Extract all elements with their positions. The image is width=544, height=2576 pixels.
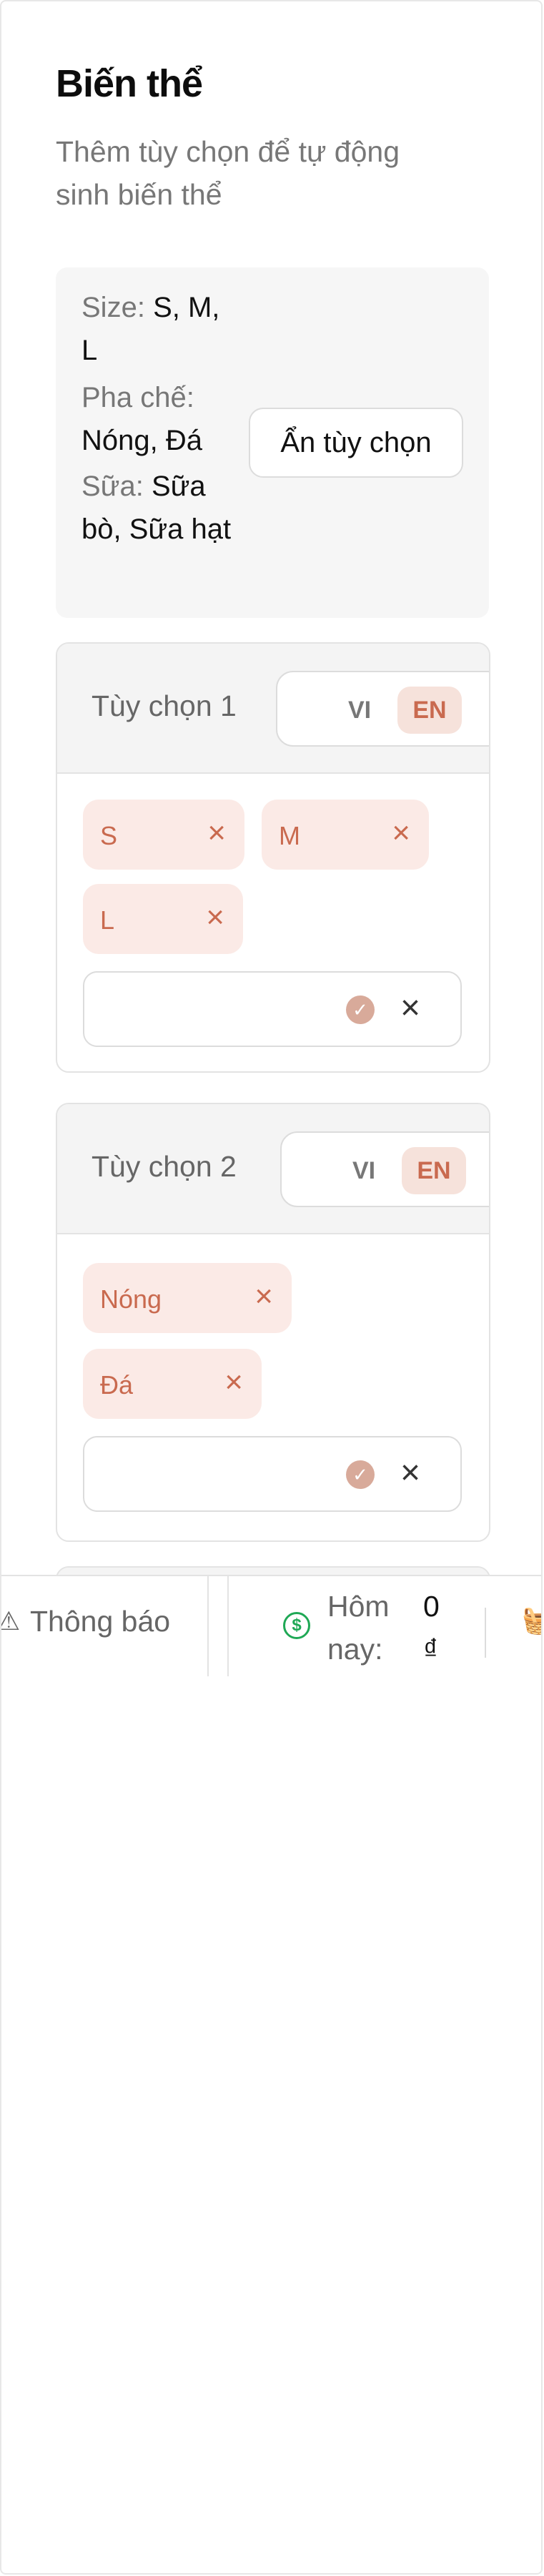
option-value-chip: Đá ×	[83, 1349, 262, 1419]
option-value-chip: L ×	[83, 884, 243, 954]
option-value-input[interactable]: ✓ ×	[83, 1436, 462, 1512]
divider	[485, 1608, 486, 1658]
variant-summary: Size: S, M, L Pha chế: Nóng, Đá Sữa: Sữa…	[56, 267, 489, 618]
option-card-2: Tùy chọn 2 VI EN Nóng × Đá × ✓ ×	[56, 1103, 490, 1542]
option-card-3: VI EN	[56, 1566, 490, 1575]
summary-key: Pha chế:	[81, 382, 194, 413]
hide-options-button[interactable]: Ẩn tùy chọn	[249, 408, 463, 478]
close-icon[interactable]: ×	[207, 815, 226, 851]
today-revenue-value: 0 ₫	[423, 1590, 440, 1666]
close-icon[interactable]: ×	[206, 900, 224, 935]
chip-label: S	[100, 821, 118, 850]
chip-label: L	[100, 905, 115, 935]
option-value-chip: M ×	[262, 800, 429, 870]
language-switch: VI EN	[276, 671, 489, 747]
page-subtitle: Thêm tùy chọn để tự động sinh biến thể	[56, 135, 400, 211]
lang-en-toggle[interactable]: EN	[397, 687, 462, 734]
lang-en-toggle[interactable]: EN	[402, 1147, 466, 1194]
notifications-link[interactable]: Thông báo	[30, 1605, 170, 1638]
today-label: Hôm nay:	[327, 1590, 390, 1666]
chip-label: M	[279, 821, 300, 850]
option-card-1: Tùy chọn 1 VI EN S × M × L × ✓ ×	[56, 642, 490, 1073]
close-icon[interactable]: ×	[224, 1365, 243, 1400]
chip-label: Nóng	[100, 1284, 162, 1314]
option-value-chip: S ×	[83, 800, 244, 870]
summary-line-brew: Pha chế: Nóng, Đá	[81, 376, 239, 462]
basket-icon[interactable]: 🧺	[522, 1605, 541, 1636]
option-value-input[interactable]: ✓ ×	[83, 971, 462, 1047]
summary-line-milk: Sữa: Sữa bò, Sữa hạt	[81, 465, 239, 551]
divider	[207, 1576, 209, 1676]
summary-key: Sữa:	[81, 471, 144, 502]
divider	[227, 1576, 229, 1676]
check-circle-icon[interactable]: ✓	[346, 996, 375, 1024]
option-label: Tùy chọn 2	[92, 1150, 237, 1183]
option-header: Tùy chọn 1 VI EN	[57, 644, 489, 774]
lang-vi-toggle[interactable]: VI	[336, 1147, 392, 1194]
summary-key: Size:	[81, 292, 145, 323]
summary-line-size: Size: S, M, L	[81, 286, 239, 372]
summary-value: Nóng, Đá	[81, 425, 202, 456]
bell-icon[interactable]: ⚠	[1, 1606, 20, 1636]
close-icon[interactable]: ×	[400, 1453, 420, 1493]
chip-label: Đá	[100, 1370, 134, 1400]
lang-vi-toggle[interactable]: VI	[332, 687, 387, 734]
page-title: Biến thể	[56, 62, 203, 105]
option-header: VI EN	[57, 1568, 489, 1575]
panel-body: Biến thể Thêm tùy chọn để tự động sinh b…	[1, 1, 541, 1575]
dollar-circle-icon: $	[283, 1612, 310, 1639]
bottom-status-bar: ⚠ Thông báo $ Hôm nay: 0 ₫ 🧺	[1, 1575, 541, 1676]
close-icon[interactable]: ×	[392, 815, 410, 851]
close-icon[interactable]: ×	[254, 1279, 273, 1314]
language-switch: VI EN	[280, 1131, 489, 1207]
option-value-chip: Nóng ×	[83, 1263, 292, 1333]
close-icon[interactable]: ×	[400, 988, 420, 1028]
variants-panel: Biến thể Thêm tùy chọn để tự động sinh b…	[0, 0, 543, 2575]
check-circle-icon[interactable]: ✓	[346, 1460, 375, 1489]
option-label: Tùy chọn 1	[92, 689, 237, 722]
option-header: Tùy chọn 2 VI EN	[57, 1104, 489, 1234]
